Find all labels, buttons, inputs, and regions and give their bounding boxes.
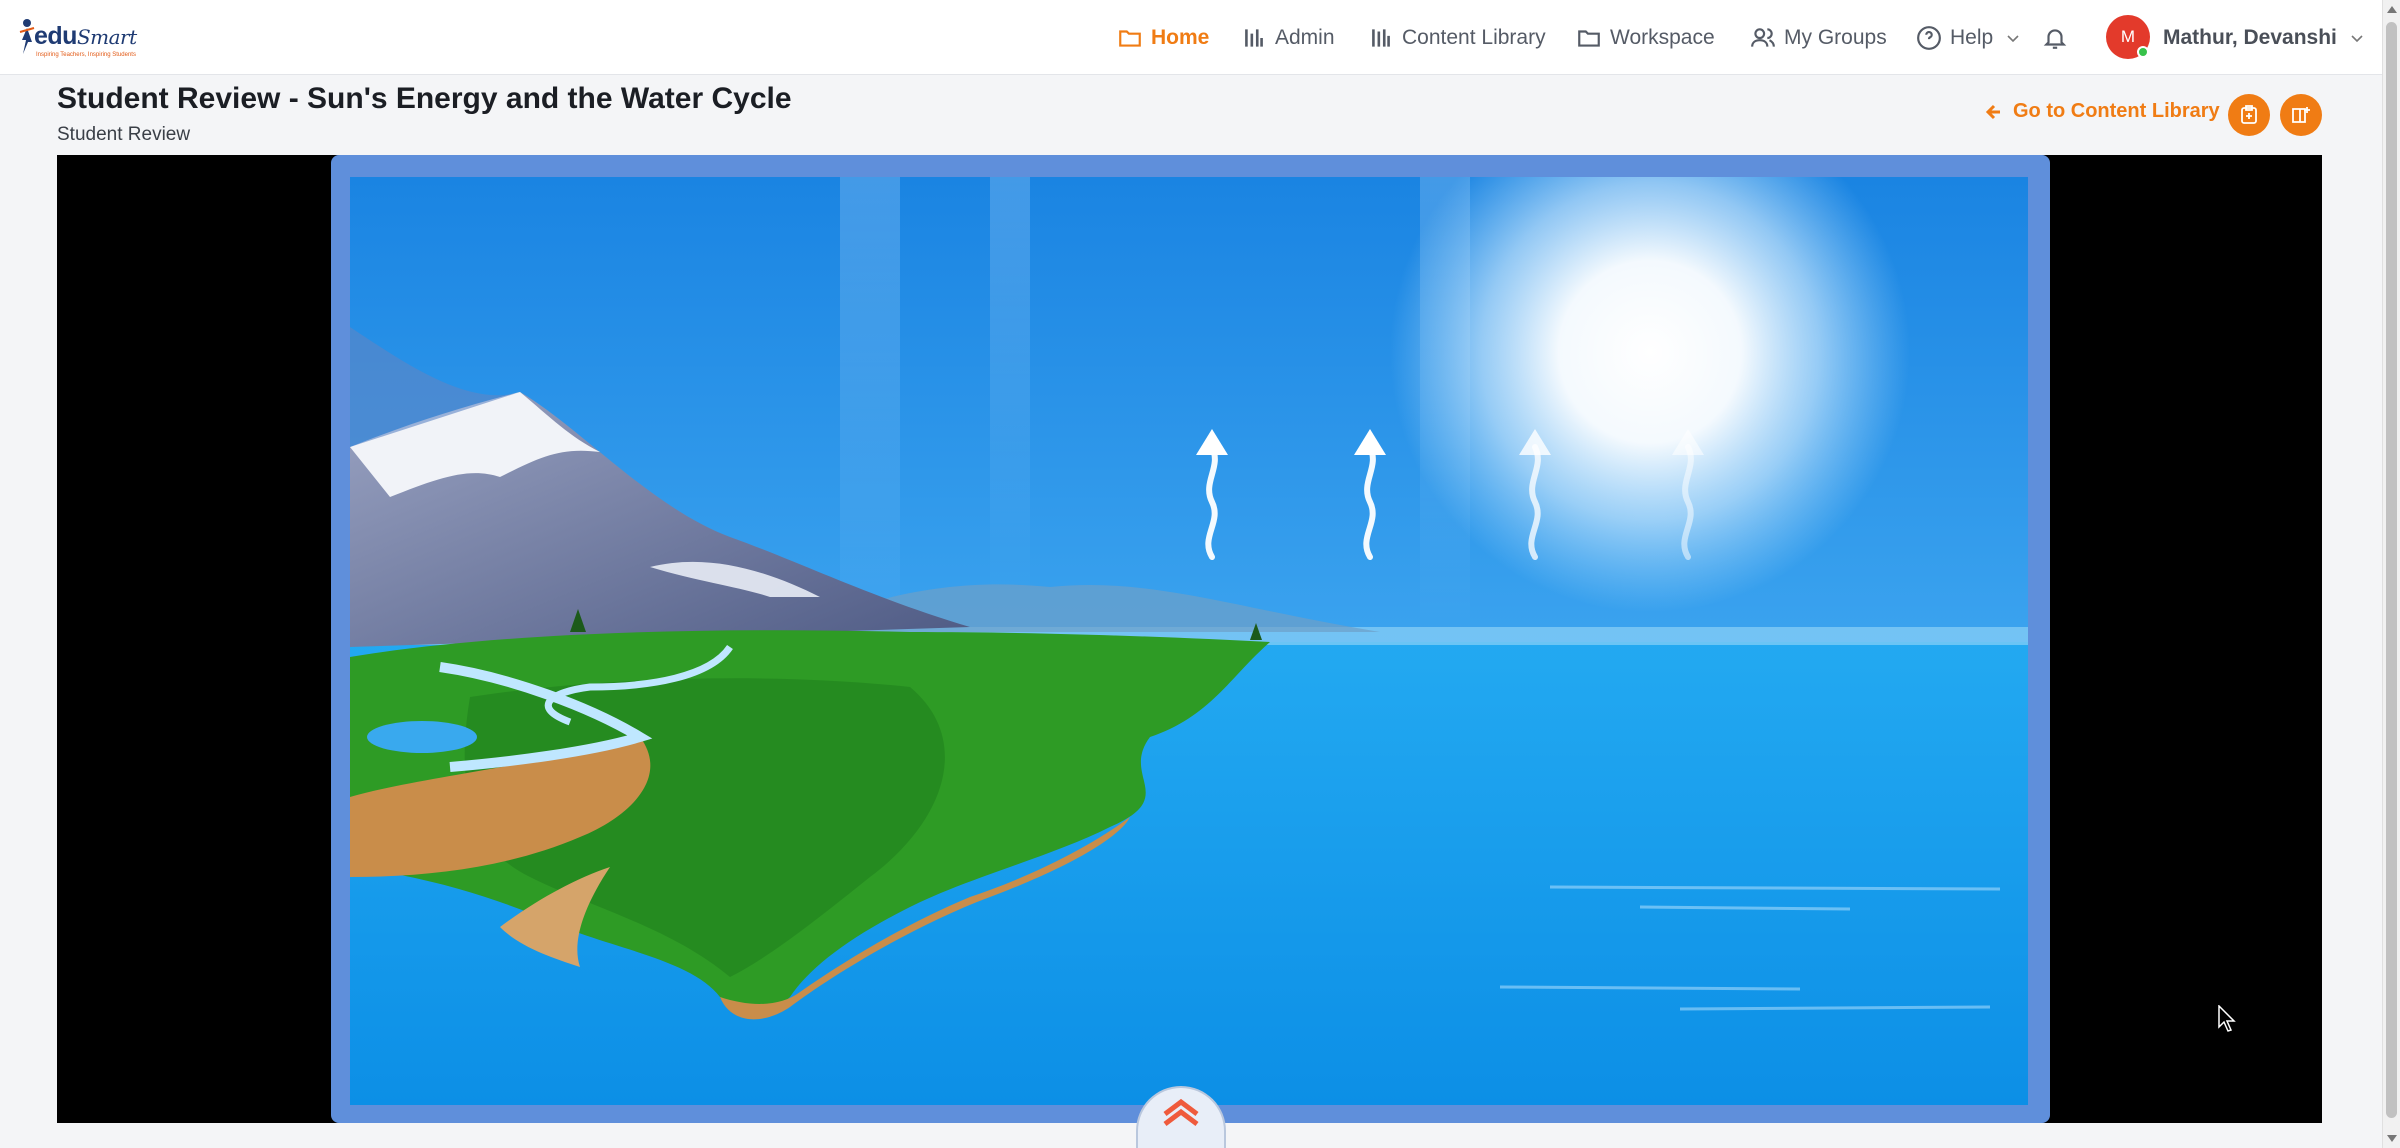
library-icon — [1372, 28, 1390, 47]
add-to-library-icon — [2292, 107, 2310, 123]
video-player[interactable] — [57, 155, 2322, 1123]
assign-button[interactable] — [2228, 94, 2270, 136]
logo-wordmark: eduSmart — [34, 22, 137, 50]
nav-help[interactable]: Help — [1916, 0, 2021, 75]
online-status-dot — [2137, 46, 2149, 58]
help-circle-icon — [1917, 25, 1941, 50]
assign-document-icon — [2241, 105, 2257, 124]
page-subtitle: Student Review — [57, 124, 191, 145]
nav-workspace-label: Workspace — [1610, 25, 1715, 49]
logo-tagline: Inspiring Teachers, Inspiring Students — [36, 52, 136, 58]
arrow-left-icon — [1985, 104, 2000, 119]
mouse-cursor-icon — [2218, 1005, 2236, 1032]
user-avatar[interactable]: M — [2106, 15, 2150, 59]
scrollbar-thumb[interactable] — [2386, 22, 2397, 1118]
nav-admin-label: Admin — [1275, 25, 1335, 49]
user-name: Mathur, Devanshi — [2163, 25, 2337, 49]
folder-icon — [1119, 29, 1141, 47]
animation-frame — [331, 155, 2050, 1123]
chevron-down-icon — [2007, 34, 2019, 42]
nav-help-label: Help — [1950, 25, 1994, 49]
nav-workspace[interactable]: Workspace — [1576, 0, 1715, 75]
chevron-up-icon — [1163, 1098, 1199, 1126]
page-scrollbar[interactable] — [2382, 0, 2400, 1148]
nav-content-library[interactable]: Content Library — [1368, 0, 1546, 75]
user-menu[interactable]: Mathur, Devanshi — [2163, 0, 2365, 75]
edusmart-logo[interactable]: eduSmart Inspiring Teachers, Inspiring S… — [18, 16, 144, 62]
scroll-up-arrow-icon[interactable] — [2387, 6, 2397, 13]
top-navigation-bar: eduSmart Inspiring Teachers, Inspiring S… — [0, 0, 2382, 75]
users-icon — [1751, 27, 1775, 47]
avatar-initial: M — [2120, 27, 2136, 46]
page-title: Student Review - Sun's Energy and the Wa… — [57, 82, 792, 115]
folder-icon — [1578, 29, 1600, 47]
bars-icon — [1245, 28, 1263, 47]
water-cycle-scene[interactable] — [350, 177, 2028, 1105]
nav-home-label: Home — [1151, 25, 1210, 49]
scroll-down-arrow-icon[interactable] — [2387, 1135, 2397, 1142]
add-to-workspace-button[interactable] — [2280, 94, 2322, 136]
chevron-down-icon — [2351, 34, 2363, 42]
water-cycle-illustration — [350, 177, 2028, 1105]
nav-content-library-label: Content Library — [1402, 25, 1546, 49]
bell-icon — [2043, 28, 2067, 49]
go-to-content-library-link[interactable]: Go to Content Library — [1985, 100, 2220, 123]
nav-my-groups-label: My Groups — [1784, 25, 1887, 49]
nav-admin[interactable]: Admin — [1241, 0, 1335, 75]
notifications-button[interactable] — [2042, 0, 2068, 75]
nav-home[interactable]: Home — [1117, 0, 1209, 75]
nav-my-groups[interactable]: My Groups — [1750, 0, 1887, 75]
back-link-label: Go to Content Library — [2013, 100, 2220, 122]
